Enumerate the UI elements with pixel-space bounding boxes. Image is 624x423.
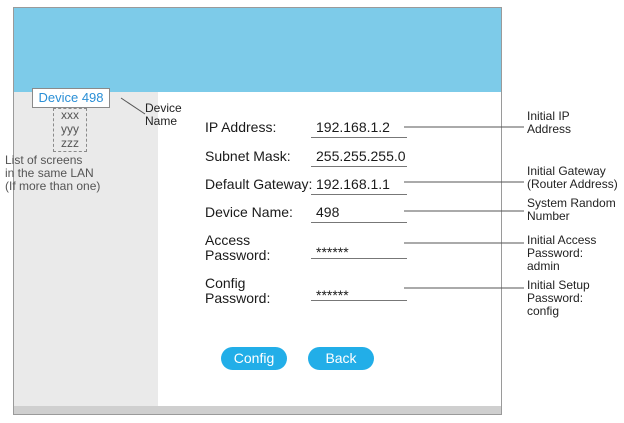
ip-callout: Initial IP Address bbox=[527, 110, 571, 136]
footer-bar bbox=[14, 406, 501, 414]
device-name-random-callout: System Random Number bbox=[527, 197, 616, 223]
ip-address-label: IP Address: bbox=[205, 119, 277, 135]
config-password-callout: Initial Setup Password: config bbox=[527, 279, 590, 318]
subnet-mask-label: Subnet Mask: bbox=[205, 148, 291, 164]
gateway-callout: Initial Gateway (Router Address) bbox=[527, 165, 618, 191]
device-list-item[interactable]: yyy bbox=[54, 123, 86, 136]
label-line: Password: bbox=[205, 290, 271, 306]
callout-line: Address bbox=[527, 122, 572, 136]
label-line: Password: bbox=[205, 247, 271, 263]
device-name-callout: Device Name bbox=[145, 102, 182, 128]
callout-line: config bbox=[527, 304, 560, 318]
access-password-label: Access Password: bbox=[205, 233, 270, 263]
default-gateway-field[interactable]: 192.168.1.1 bbox=[316, 177, 390, 192]
device-list: xxx yyy zzz bbox=[53, 108, 87, 152]
ip-address-underline bbox=[311, 137, 407, 138]
callout-line: (Router Address) bbox=[527, 177, 618, 191]
callout-line: Name bbox=[145, 114, 178, 128]
callout-line: admin bbox=[527, 259, 560, 273]
subnet-mask-field[interactable]: 255.255.255.0 bbox=[316, 149, 406, 164]
subnet-mask-underline bbox=[311, 166, 407, 167]
label-line: Config bbox=[205, 275, 246, 291]
config-password-label: Config Password: bbox=[205, 276, 270, 306]
device-list-item[interactable]: zzz bbox=[54, 137, 86, 150]
default-gateway-underline bbox=[311, 194, 407, 195]
label-line: Access bbox=[205, 232, 251, 248]
config-button[interactable]: Config bbox=[221, 347, 287, 370]
ip-address-field[interactable]: 192.168.1.2 bbox=[316, 120, 390, 135]
device-list-note: List of screens in the same LAN (If more… bbox=[5, 154, 145, 193]
access-password-callout: Initial Access Password: admin bbox=[527, 234, 596, 273]
device-name-underline bbox=[311, 222, 407, 223]
device-button[interactable]: Device 498 bbox=[32, 88, 110, 108]
device-list-item[interactable]: xxx bbox=[54, 109, 86, 122]
back-button[interactable]: Back bbox=[308, 347, 374, 370]
note-line: (If more than one) bbox=[5, 179, 101, 193]
callout-line: Number bbox=[527, 209, 570, 223]
header-bar bbox=[14, 8, 501, 92]
default-gateway-label: Default Gateway: bbox=[205, 176, 313, 192]
device-name-field[interactable]: 498 bbox=[316, 205, 339, 220]
access-password-underline bbox=[311, 258, 407, 259]
config-password-underline bbox=[311, 300, 407, 301]
device-name-label: Device Name: bbox=[205, 204, 293, 220]
